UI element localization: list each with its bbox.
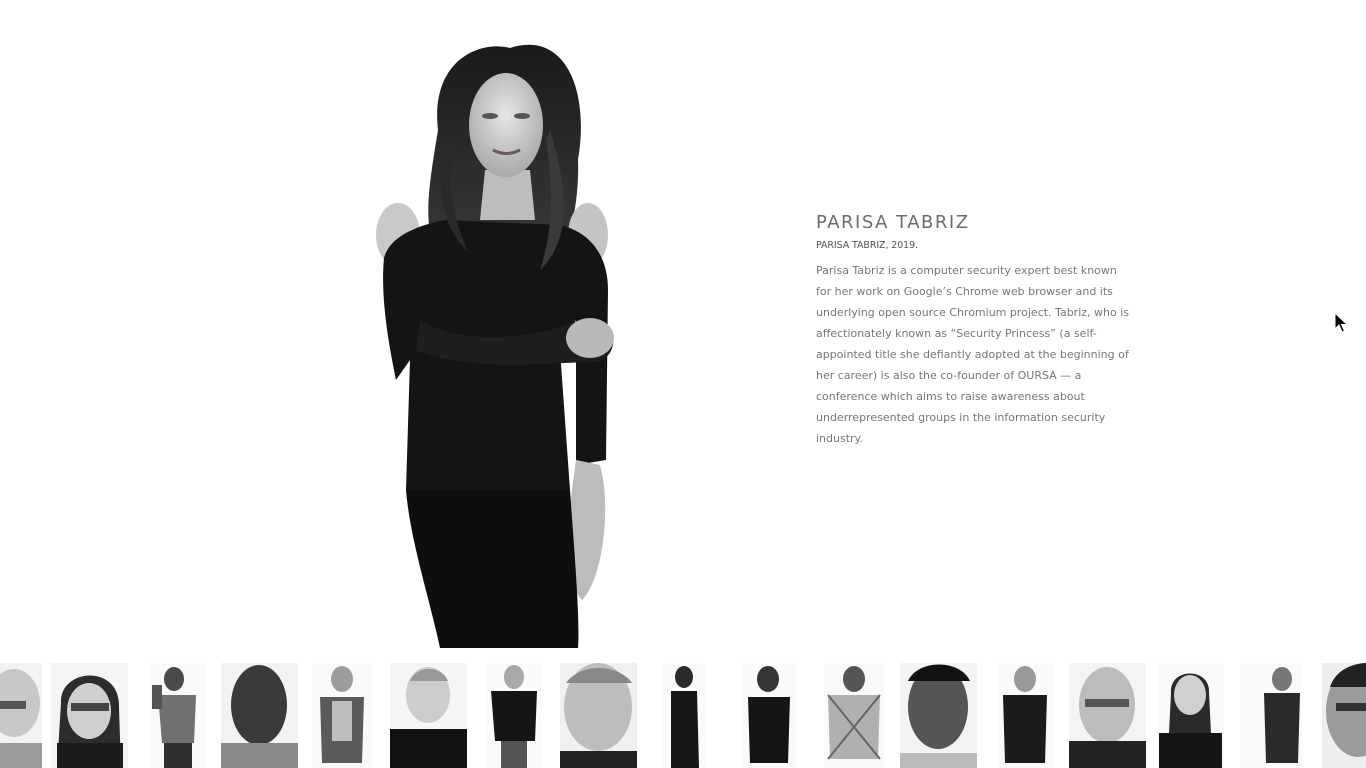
portrait-thumbnail-strip[interactable]: [0, 663, 1366, 768]
portrait-thumbnail-9[interactable]: [663, 663, 705, 768]
portrait-thumbnail-2[interactable]: [51, 663, 128, 768]
profile-info: PARISA TABRIZ PARISA TABRIZ, 2019. Paris…: [816, 212, 1134, 449]
portrait-thumbnail-10[interactable]: [742, 663, 796, 768]
portrait-thumbnail-5[interactable]: [312, 663, 372, 768]
portrait-thumbnail-8[interactable]: [560, 663, 637, 768]
portrait-thumbnail-17[interactable]: [1322, 663, 1366, 768]
portrait-thumbnail-4[interactable]: [221, 663, 298, 768]
portrait-thumbnail-7[interactable]: [487, 663, 541, 768]
profile-name: PARISA TABRIZ: [816, 212, 970, 233]
portrait-thumbnail-11[interactable]: [824, 663, 884, 768]
portrait-thumbnail-15[interactable]: [1157, 663, 1224, 768]
portrait-thumbnail-12[interactable]: [900, 663, 977, 768]
mouse-cursor-icon: [1334, 311, 1349, 334]
profile-bio: Parisa Tabriz is a computer security exp…: [816, 264, 1130, 445]
portrait-thumbnail-13[interactable]: [997, 663, 1053, 768]
portrait-thumbnail-14[interactable]: [1069, 663, 1146, 768]
portrait-page: PARISA TABRIZ PARISA TABRIZ, 2019. Paris…: [0, 0, 1366, 768]
featured-portrait-photo: [350, 20, 720, 648]
portrait-thumbnail-6[interactable]: [390, 663, 467, 768]
portrait-thumbnail-3[interactable]: [150, 663, 206, 768]
photo-caption: PARISA TABRIZ, 2019.: [816, 240, 918, 251]
portrait-thumbnail-1[interactable]: [0, 663, 42, 768]
portrait-thumbnail-16[interactable]: [1240, 663, 1302, 768]
